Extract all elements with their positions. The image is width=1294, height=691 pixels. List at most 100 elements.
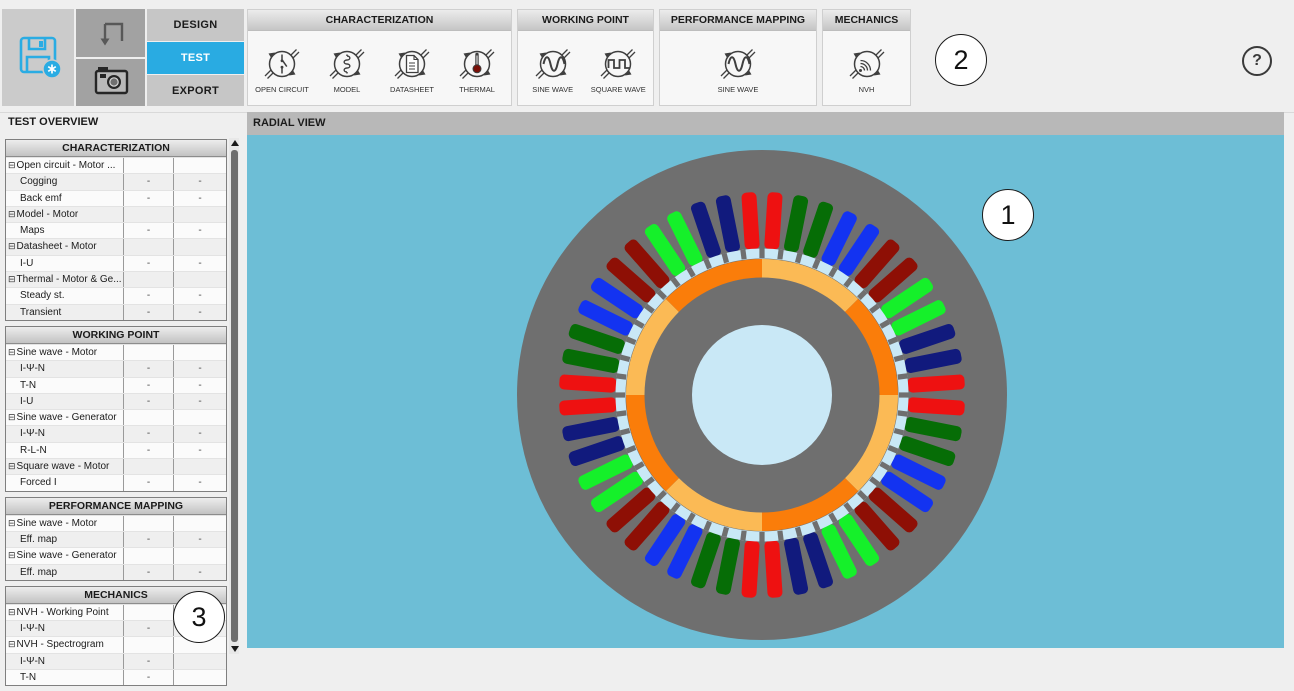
table-group-row[interactable]: ⊟Sine wave - Motor	[6, 344, 226, 360]
scroll-down-arrow[interactable]	[231, 646, 239, 652]
tab-export[interactable]: EXPORT	[147, 75, 244, 106]
tool-nvh[interactable]: NVH	[836, 43, 898, 94]
result-cell	[173, 654, 226, 669]
scroll-up-arrow[interactable]	[231, 140, 239, 146]
table-row[interactable]: I-Ψ-N-	[6, 653, 226, 669]
table-row[interactable]: Back emf--	[6, 190, 226, 206]
table-row[interactable]: Eff. map--	[6, 564, 226, 580]
result-cell: -	[173, 174, 226, 189]
thermal-icon	[457, 43, 497, 84]
row-label: Eff. map	[6, 565, 123, 580]
table-group-row[interactable]: ⊟Datasheet - Motor	[6, 238, 226, 254]
tool-label: SINE WAVE	[532, 85, 573, 94]
result-cell: -	[123, 191, 173, 206]
row-label: ⊟NVH - Spectrogram	[6, 637, 123, 652]
result-cell: -	[123, 361, 173, 376]
table-row[interactable]: Maps--	[6, 222, 226, 238]
table-row[interactable]: I-U--	[6, 393, 226, 409]
tab-test[interactable]: TEST	[147, 42, 244, 74]
table-row[interactable]: T-N-	[6, 669, 226, 685]
test-table-working-point: WORKING POINT⊟Sine wave - MotorI-Ψ-N--T-…	[5, 326, 227, 492]
annotation-circle-2: 2	[935, 34, 987, 86]
result-cell	[173, 272, 226, 287]
view-title: RADIAL VIEW	[253, 117, 326, 129]
table-row[interactable]: Steady st.--	[6, 287, 226, 303]
result-cell: -	[123, 426, 173, 441]
collapse-minus-icon[interactable]: ⊟	[8, 607, 16, 617]
table-row[interactable]: I-U--	[6, 255, 226, 271]
screenshot-button[interactable]	[76, 59, 145, 106]
collapse-minus-icon[interactable]: ⊟	[8, 518, 16, 528]
result-cell: -	[123, 565, 173, 580]
result-cell: -	[173, 565, 226, 580]
table-row[interactable]: Transient--	[6, 304, 226, 320]
collapse-minus-icon[interactable]: ⊟	[8, 461, 16, 471]
table-row[interactable]: I-Ψ-N--	[6, 360, 226, 376]
table-row[interactable]: Cogging--	[6, 173, 226, 189]
result-cell: -	[123, 394, 173, 409]
scrollbar-thumb[interactable]	[231, 150, 238, 642]
nvh-icon	[847, 43, 887, 84]
row-label: ⊟Square wave - Motor	[6, 459, 123, 474]
collapse-minus-icon[interactable]: ⊟	[8, 347, 16, 357]
result-cell: -	[123, 621, 173, 636]
table-group-row[interactable]: ⊟Model - Motor	[6, 206, 226, 222]
result-cell: -	[123, 223, 173, 238]
help-button[interactable]: ?	[1242, 46, 1272, 76]
row-label: Eff. map	[6, 532, 123, 547]
tool-sine-wave[interactable]: SINE WAVE	[707, 43, 769, 94]
result-cell	[173, 516, 226, 531]
camera-icon	[89, 60, 133, 105]
collapse-minus-icon[interactable]: ⊟	[8, 209, 16, 219]
row-label: ⊟Sine wave - Generator	[6, 410, 123, 425]
open-circuit-icon	[262, 43, 302, 84]
table-group-row[interactable]: ⊟Square wave - Motor	[6, 458, 226, 474]
collapse-minus-icon[interactable]: ⊟	[8, 241, 16, 251]
result-cell: -	[173, 191, 226, 206]
tool-model[interactable]: MODEL	[316, 43, 378, 94]
tool-sine-wave[interactable]: SINE WAVE	[522, 43, 584, 94]
table-row[interactable]: I-Ψ-N--	[6, 425, 226, 441]
tab-design[interactable]: DESIGN	[147, 9, 244, 41]
step-down-arrow-icon	[91, 11, 131, 56]
radial-view-canvas[interactable]	[247, 135, 1284, 648]
table-row[interactable]: Forced I--	[6, 474, 226, 490]
result-cell: -	[123, 670, 173, 685]
collapse-minus-icon[interactable]: ⊟	[8, 160, 16, 170]
square-wave-icon	[598, 43, 638, 84]
table-row[interactable]: T-N--	[6, 377, 226, 393]
collapse-minus-icon[interactable]: ⊟	[8, 274, 16, 284]
result-cell	[123, 272, 173, 287]
table-row[interactable]: Eff. map--	[6, 531, 226, 547]
toolbar-group-title: CHARACTERIZATION	[248, 10, 511, 31]
tool-open-circuit[interactable]: OPEN CIRCUIT	[251, 43, 313, 94]
tool-square-wave[interactable]: SQUARE WAVE	[587, 43, 649, 94]
table-group-row[interactable]: ⊟Sine wave - Generator	[6, 547, 226, 563]
import-arrow-button[interactable]	[76, 9, 145, 57]
sidebar-title: TEST OVERVIEW	[8, 116, 98, 128]
result-cell: -	[123, 532, 173, 547]
save-button[interactable]	[2, 9, 74, 106]
result-cell: -	[123, 378, 173, 393]
table-group-row[interactable]: ⊟Thermal - Motor & Ge...	[6, 271, 226, 287]
table-group-row[interactable]: ⊟Open circuit - Motor ...	[6, 157, 226, 173]
question-mark-icon: ?	[1252, 52, 1262, 70]
result-cell	[173, 158, 226, 173]
tool-thermal[interactable]: THERMAL	[446, 43, 508, 94]
table-section-header: WORKING POINT	[6, 327, 226, 344]
collapse-minus-icon[interactable]: ⊟	[8, 412, 16, 422]
result-cell: -	[173, 532, 226, 547]
table-group-row[interactable]: ⊟Sine wave - Generator	[6, 409, 226, 425]
collapse-minus-icon[interactable]: ⊟	[8, 639, 16, 649]
save-icon	[12, 29, 64, 86]
toolbar: CHARACTERIZATION OPEN CIRCUITMODELDATASHE…	[247, 9, 911, 106]
result-cell	[123, 459, 173, 474]
result-cell: -	[123, 256, 173, 271]
table-row[interactable]: R-L-N--	[6, 442, 226, 458]
table-group-row[interactable]: ⊟Sine wave - Motor	[6, 515, 226, 531]
motor-cross-section	[247, 135, 1284, 648]
result-cell	[173, 410, 226, 425]
result-cell: -	[123, 305, 173, 320]
collapse-minus-icon[interactable]: ⊟	[8, 550, 16, 560]
tool-datasheet[interactable]: DATASHEET	[381, 43, 443, 94]
